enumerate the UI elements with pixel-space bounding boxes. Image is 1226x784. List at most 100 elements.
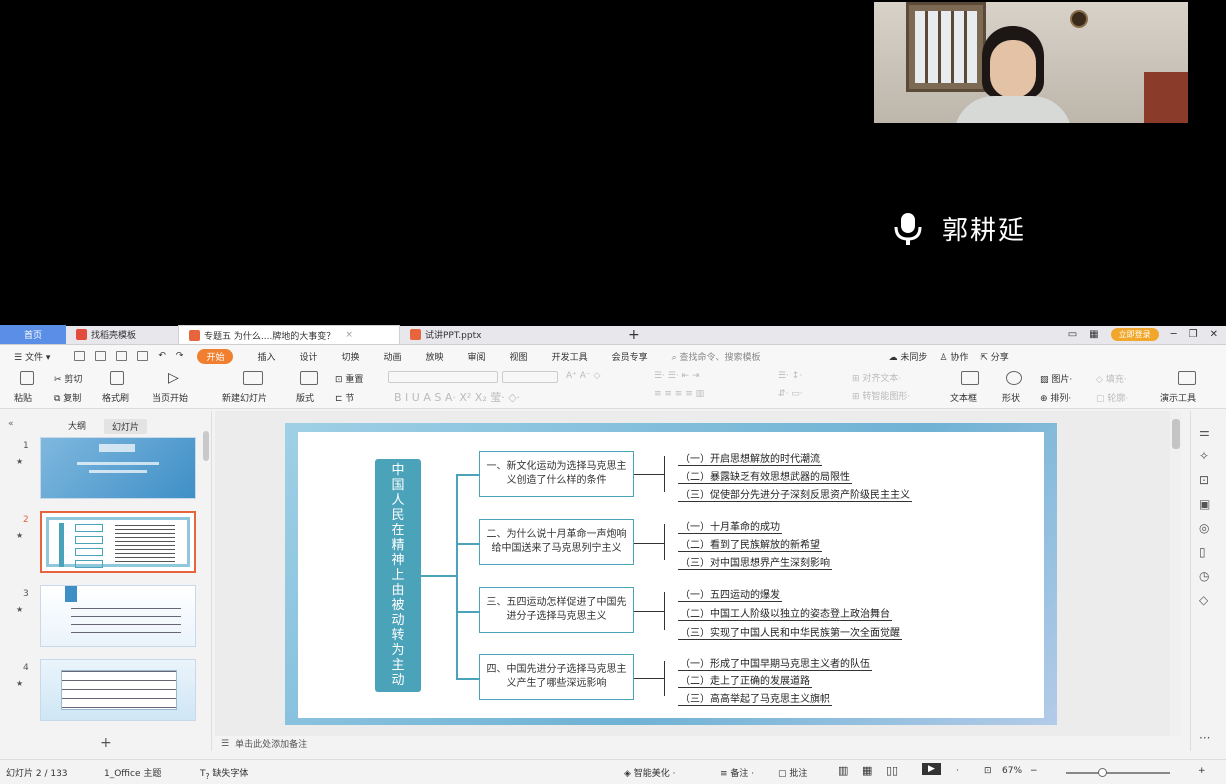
reset-button[interactable]: ⊡ 重置 <box>335 372 363 385</box>
tab-doc-active[interactable]: 专题五 为什么....牌地的大事变？ × <box>178 325 400 344</box>
slide-thumbnail-2-selected[interactable] <box>40 511 196 573</box>
align-icons[interactable]: ≡ ≡ ≡ ≡ ▥ <box>654 389 704 399</box>
more-icon[interactable]: ··· <box>1199 731 1210 745</box>
menu-item-member[interactable]: 会员专享 <box>612 350 648 363</box>
new-slide-button[interactable]: 新建幻灯片 <box>222 391 267 404</box>
save-icon[interactable] <box>74 351 86 361</box>
redo-icon[interactable]: ↷ <box>176 351 184 361</box>
new-slide-icon[interactable] <box>243 371 263 385</box>
tab-template[interactable]: 找稻壳模板 <box>66 325 178 344</box>
canvas-scrollbar[interactable] <box>1170 411 1182 736</box>
layout-button[interactable]: 版式 <box>296 391 314 404</box>
copy-button[interactable]: ⧉ 复制 <box>54 391 81 404</box>
zoom-slider-handle[interactable] <box>1098 768 1107 777</box>
panel-scrollbar[interactable] <box>203 431 209 461</box>
paste-button[interactable]: 粘贴 <box>14 391 32 404</box>
login-button[interactable]: 立即登录 <box>1110 328 1159 341</box>
outline-button[interactable]: ▢ 轮廓· <box>1096 391 1128 404</box>
preview-icon[interactable] <box>137 351 149 361</box>
section-button[interactable]: ⊏ 节 <box>335 391 354 404</box>
sync-button[interactable]: ☁ 未同步 <box>889 350 928 363</box>
arrange-button[interactable]: ⊕ 排列· <box>1040 391 1071 404</box>
text-format-icons[interactable]: B I U A S A· X² X₂ 莹· ◇· <box>394 389 520 405</box>
print-icon[interactable] <box>116 351 128 361</box>
close-icon[interactable]: × <box>345 330 353 340</box>
slideshow-button[interactable]: ▶ <box>922 763 941 775</box>
undo-icon[interactable]: ↶ <box>158 351 166 361</box>
slide-thumbnail-4[interactable] <box>40 659 196 721</box>
animation-icon[interactable]: ✧ <box>1199 449 1209 463</box>
transition-icon[interactable]: ⊡ <box>1199 473 1209 487</box>
zoom-level[interactable]: 67% <box>1002 766 1022 776</box>
normal-view-icon[interactable]: ▥ <box>838 764 848 777</box>
menu-file[interactable]: ☰ 文件 ▾ <box>14 350 50 363</box>
convert-smartart-button[interactable]: ⊞ 转智能图形· <box>852 389 910 402</box>
book-icon[interactable]: ▯ <box>1199 545 1206 559</box>
minimize-button[interactable]: ─ <box>1171 329 1177 340</box>
present-tools-icon[interactable] <box>1178 371 1196 385</box>
list-icons[interactable]: ☰· ☰· ⇤ ⇥ <box>654 371 700 381</box>
text-direction-icons[interactable]: ⇵· ▭· <box>778 389 803 399</box>
tab-slides[interactable]: 幻灯片 <box>104 419 148 434</box>
image-icon[interactable]: ▣ <box>1199 497 1210 511</box>
paste-icon[interactable] <box>20 371 34 385</box>
notes-toggle[interactable]: ≡ 备注 · <box>720 766 754 779</box>
play-icon[interactable]: ▷ <box>168 370 179 386</box>
textbox-icon[interactable] <box>961 371 979 385</box>
fill-button[interactable]: ◇ 填充· <box>1096 372 1127 385</box>
cube-icon[interactable]: ◇ <box>1199 593 1208 607</box>
add-slide-button[interactable]: + <box>100 735 112 751</box>
textbox-button[interactable]: 文本框 <box>950 391 977 404</box>
menu-item-transition[interactable]: 切换 <box>341 350 359 363</box>
menu-item-design[interactable]: 设计 <box>299 350 317 363</box>
collab-button[interactable]: ♙ 协作 <box>939 350 968 363</box>
fit-window-icon[interactable]: ⊡ <box>984 766 992 776</box>
font-size-adjust-icons[interactable]: A⁺ A⁻ ◇ <box>566 371 600 381</box>
zoom-slider[interactable] <box>1066 768 1170 777</box>
menu-item-view[interactable]: 视图 <box>510 350 528 363</box>
font-family-select[interactable] <box>388 371 498 383</box>
clock-icon[interactable]: ◷ <box>1199 569 1209 583</box>
collapse-panel-icon[interactable]: « <box>8 419 14 429</box>
new-tab-button[interactable]: + <box>618 325 650 344</box>
zoom-in-button[interactable]: + <box>1198 766 1206 776</box>
menu-item-start[interactable]: 开始 <box>197 348 234 364</box>
line-spacing-icons[interactable]: ☰· ↕· <box>778 371 802 381</box>
notes-pane[interactable]: ☰ 单击此处添加备注 <box>215 736 1170 751</box>
format-painter-icon[interactable] <box>110 371 124 385</box>
close-window-button[interactable]: ✕ <box>1210 329 1218 340</box>
present-tools-button[interactable]: 演示工具 <box>1160 391 1196 404</box>
beautify-button[interactable]: ◈ 智能美化 · <box>624 766 676 779</box>
slide-thumbnail-1[interactable] <box>40 437 196 499</box>
properties-icon[interactable]: ⚌ <box>1199 425 1210 439</box>
reading-view-icon[interactable]: ▯▯ <box>886 764 898 777</box>
shape-button[interactable]: 形状 <box>1002 391 1020 404</box>
menu-item-insert[interactable]: 插入 <box>257 350 275 363</box>
slide-thumbnail-3[interactable] <box>40 585 196 647</box>
menu-item-devtools[interactable]: 开发工具 <box>552 350 588 363</box>
format-painter-button[interactable]: 格式刷 <box>102 391 129 404</box>
theme-icon[interactable]: ◎ <box>1199 521 1209 535</box>
search-box[interactable]: ⌕ 查找命令、搜索模板 <box>672 350 761 363</box>
grid-view-icon[interactable]: ▦ <box>1089 329 1098 340</box>
font-size-select[interactable] <box>502 371 558 383</box>
layout-icon[interactable] <box>300 371 318 385</box>
share-button[interactable]: ⇱ 分享 <box>980 350 1008 363</box>
window-layout-icon[interactable]: ▭ <box>1068 329 1077 340</box>
picture-button[interactable]: ▨ 图片· <box>1040 372 1072 385</box>
tab-doc2[interactable]: 试讲PPT.pptx <box>400 325 618 344</box>
menu-item-animation[interactable]: 动画 <box>384 350 402 363</box>
restore-button[interactable]: ❐ <box>1189 329 1198 340</box>
comment-toggle[interactable]: ▢ 批注 <box>778 766 807 779</box>
zoom-out-button[interactable]: − <box>1030 766 1038 776</box>
menu-item-review[interactable]: 审阅 <box>468 350 486 363</box>
tab-home[interactable]: 首页 <box>0 325 66 344</box>
from-start-button[interactable]: 当页开始 <box>152 391 188 404</box>
missing-font-button[interactable]: T? 缺失字体 <box>200 766 248 781</box>
cut-button[interactable]: ✂ 剪切 <box>54 372 82 385</box>
export-icon[interactable] <box>95 351 107 361</box>
align-text-button[interactable]: ⊞ 对齐文本· <box>852 371 901 384</box>
tab-outline[interactable]: 大纲 <box>68 419 86 432</box>
slideshow-dropdown-icon[interactable]: · <box>956 766 959 776</box>
sorter-view-icon[interactable]: ▦ <box>862 764 872 777</box>
